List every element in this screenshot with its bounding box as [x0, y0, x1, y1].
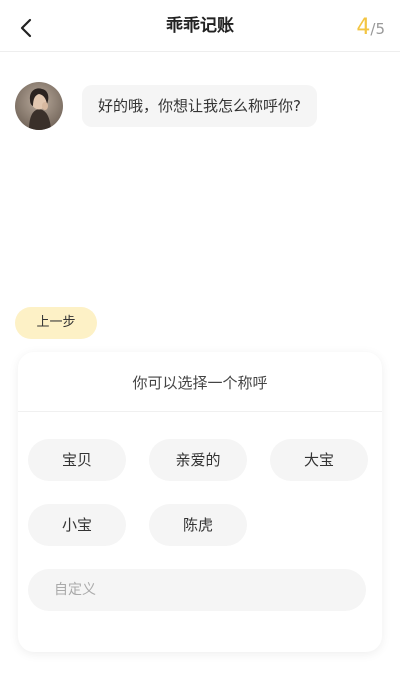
- nickname-option-xiaobao[interactable]: 小宝: [28, 504, 126, 546]
- nickname-option-chenhu[interactable]: 陈虎: [149, 504, 247, 546]
- nickname-option-dabao[interactable]: 大宝: [270, 439, 368, 481]
- nickname-option-baobei[interactable]: 宝贝: [28, 439, 126, 481]
- assistant-avatar: [15, 82, 63, 130]
- card-title: 你可以选择一个称呼: [18, 352, 382, 412]
- header-bar: 乖乖记账 4/5: [0, 0, 400, 52]
- page-title: 乖乖记账: [166, 16, 234, 36]
- step-progress: 4/5: [356, 0, 385, 52]
- previous-step-button[interactable]: 上一步: [15, 307, 97, 339]
- custom-nickname-input[interactable]: [28, 569, 366, 611]
- nickname-option-qinaide[interactable]: 亲爱的: [149, 439, 247, 481]
- progress-total: /5: [370, 20, 385, 38]
- nickname-selection-card: 你可以选择一个称呼 宝贝 亲爱的 大宝 小宝 陈虎: [18, 352, 382, 652]
- progress-current: 4: [356, 15, 371, 40]
- assistant-message-bubble: 好的哦，你想让我怎么称呼你?: [82, 85, 317, 127]
